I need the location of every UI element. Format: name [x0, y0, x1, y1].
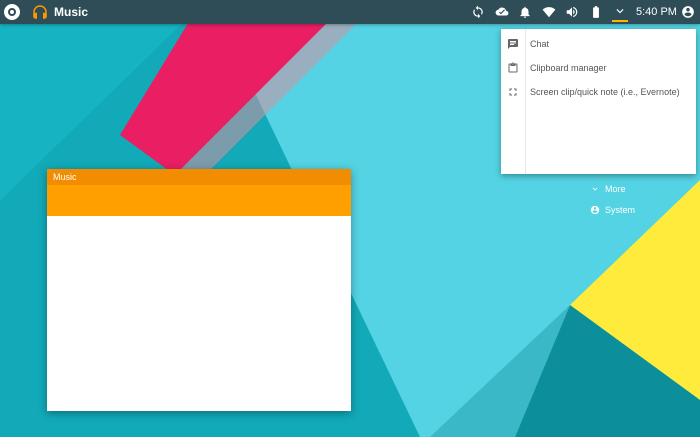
window-content — [47, 216, 351, 411]
active-app-title[interactable]: Music — [54, 5, 88, 19]
chevron-down-icon — [592, 187, 598, 191]
more-link[interactable]: More — [590, 184, 670, 196]
window-title: Music — [53, 172, 77, 182]
music-window: Music — [47, 169, 351, 411]
battery-icon[interactable] — [588, 4, 604, 20]
volume-icon[interactable] — [564, 4, 580, 20]
dropdown-item-chat[interactable]: Chat — [501, 33, 696, 57]
cloud-icon[interactable] — [494, 4, 510, 20]
quick-actions-dropdown: Chat Clipboard manager Screen clip/quick… — [501, 29, 696, 174]
system-link[interactable]: System — [590, 205, 670, 217]
window-titlebar[interactable]: Music — [47, 169, 351, 185]
bell-icon[interactable] — [517, 4, 533, 20]
dropdown-item-label: Screen clip/quick note (i.e., Evernote) — [530, 87, 680, 97]
dropdown-item-screen-clip[interactable]: Screen clip/quick note (i.e., Evernote) — [501, 81, 696, 105]
chevron-down-icon[interactable] — [612, 2, 628, 22]
headphones-icon — [33, 5, 47, 19]
launcher-icon[interactable] — [4, 4, 20, 20]
dropdown-item-label: Chat — [530, 39, 550, 49]
fullscreen-icon — [507, 85, 519, 97]
sync-icon[interactable] — [470, 4, 486, 20]
clock[interactable]: 5:40 PM — [636, 6, 677, 18]
system-label: System — [605, 205, 636, 215]
more-label: More — [605, 184, 626, 194]
top-panel: Music 5:40 PM — [0, 0, 700, 24]
chat-icon — [507, 37, 519, 49]
wifi-icon[interactable] — [541, 4, 557, 20]
window-toolbar — [47, 185, 351, 216]
dropdown-item-clipboard[interactable]: Clipboard manager — [501, 57, 696, 81]
clipboard-icon — [507, 61, 519, 73]
account-icon[interactable] — [680, 4, 696, 20]
dropdown-item-label: Clipboard manager — [530, 63, 607, 73]
account-icon — [590, 205, 600, 215]
